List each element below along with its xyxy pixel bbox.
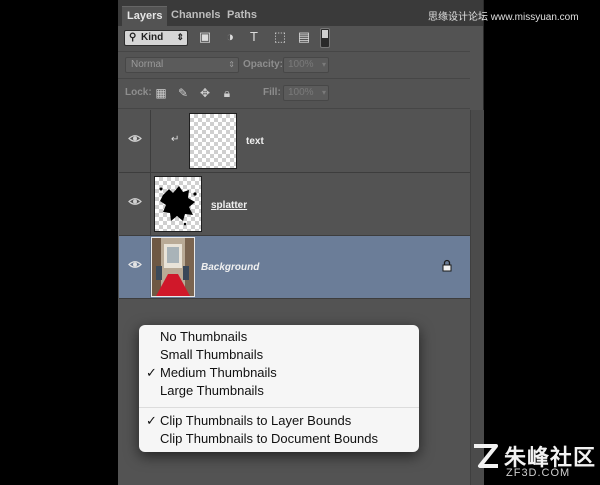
lock-all-icon[interactable]: 🔒︎ xyxy=(220,86,234,100)
watermark-top: 思缘设计论坛 www.missyuan.com xyxy=(428,12,579,23)
chevron-down-icon: ▾ xyxy=(321,88,326,97)
watermark-bottom: 朱峰社区 ZF3D.COM xyxy=(470,440,598,484)
layer-thumbnail xyxy=(189,113,237,169)
layer-name[interactable]: text xyxy=(246,136,264,147)
shape-filter-icon[interactable]: ⬚ xyxy=(272,29,288,45)
menu-item-no-thumbnails[interactable]: No Thumbnails xyxy=(139,328,419,346)
smart-object-filter-icon[interactable]: ▤ xyxy=(296,29,312,45)
lock-icon xyxy=(442,259,452,272)
menu-item-large-thumbnails[interactable]: Large Thumbnails xyxy=(139,382,419,400)
background-thumbnail xyxy=(151,237,195,297)
eye-icon[interactable] xyxy=(128,197,142,206)
layer-row-text[interactable]: ↵ text xyxy=(119,110,470,173)
checkmark-icon: ✓ xyxy=(146,413,157,428)
chevron-updown-icon: ⇕ xyxy=(176,32,184,42)
tab-layers[interactable]: Layers xyxy=(122,6,168,27)
layer-row-splatter[interactable]: splatter xyxy=(119,173,470,236)
layer-name[interactable]: Background xyxy=(201,262,259,273)
checkmark-icon: ✓ xyxy=(146,365,157,380)
menu-item-clip-layer-bounds[interactable]: ✓ Clip Thumbnails to Layer Bounds xyxy=(139,412,419,430)
menu-item-clip-document-bounds[interactable]: Clip Thumbnails to Document Bounds xyxy=(139,430,419,448)
watermark-url: ZF3D.COM xyxy=(506,467,571,479)
adjustment-filter-icon[interactable]: ◑ xyxy=(222,29,238,45)
layer-row-background[interactable]: Background xyxy=(119,236,470,299)
lock-transparent-pixels-icon[interactable]: ▦ xyxy=(154,86,168,100)
opacity-label: Opacity: xyxy=(243,59,284,70)
type-filter-icon[interactable]: T xyxy=(246,29,262,45)
chevron-updown-icon: ⇕ xyxy=(228,60,235,69)
divider xyxy=(118,51,470,52)
image-filter-icon[interactable]: ▣ xyxy=(197,29,213,45)
lock-label: Lock: xyxy=(125,87,152,98)
zf3d-logo-icon xyxy=(474,444,498,468)
eye-icon[interactable] xyxy=(128,260,142,269)
lock-image-pixels-icon[interactable]: ✎ xyxy=(176,86,190,100)
blend-mode-select[interactable]: Normal ⇕ xyxy=(125,57,239,73)
clipping-arrow-icon: ↵ xyxy=(171,134,180,145)
search-icon: ⚲ xyxy=(129,32,137,43)
splatter-thumbnail xyxy=(154,176,202,232)
divider xyxy=(118,78,470,79)
fill-field[interactable]: 100% ▾ xyxy=(283,85,329,101)
eye-icon[interactable] xyxy=(128,134,142,143)
layer-name[interactable]: splatter xyxy=(211,200,247,211)
kind-filter-dropdown[interactable]: ⚲ Kind ⇕ xyxy=(124,30,188,46)
divider xyxy=(118,108,470,109)
chevron-down-icon: ▾ xyxy=(321,60,326,69)
panel-scrollbar[interactable] xyxy=(470,110,484,485)
thumbnail-context-menu: No Thumbnails Small Thumbnails ✓ Medium … xyxy=(139,325,419,452)
lock-position-icon[interactable]: ✥ xyxy=(198,86,212,100)
tab-paths[interactable]: Paths xyxy=(222,6,262,26)
opacity-field[interactable]: 100% ▾ xyxy=(283,57,329,73)
splatter-shape xyxy=(159,186,197,226)
menu-item-medium-thumbnails[interactable]: ✓ Medium Thumbnails xyxy=(139,364,419,382)
filter-toggle[interactable] xyxy=(320,28,330,48)
menu-divider xyxy=(139,407,419,408)
tab-channels[interactable]: Channels xyxy=(166,6,226,26)
fill-label: Fill: xyxy=(263,87,281,98)
menu-item-small-thumbnails[interactable]: Small Thumbnails xyxy=(139,346,419,364)
